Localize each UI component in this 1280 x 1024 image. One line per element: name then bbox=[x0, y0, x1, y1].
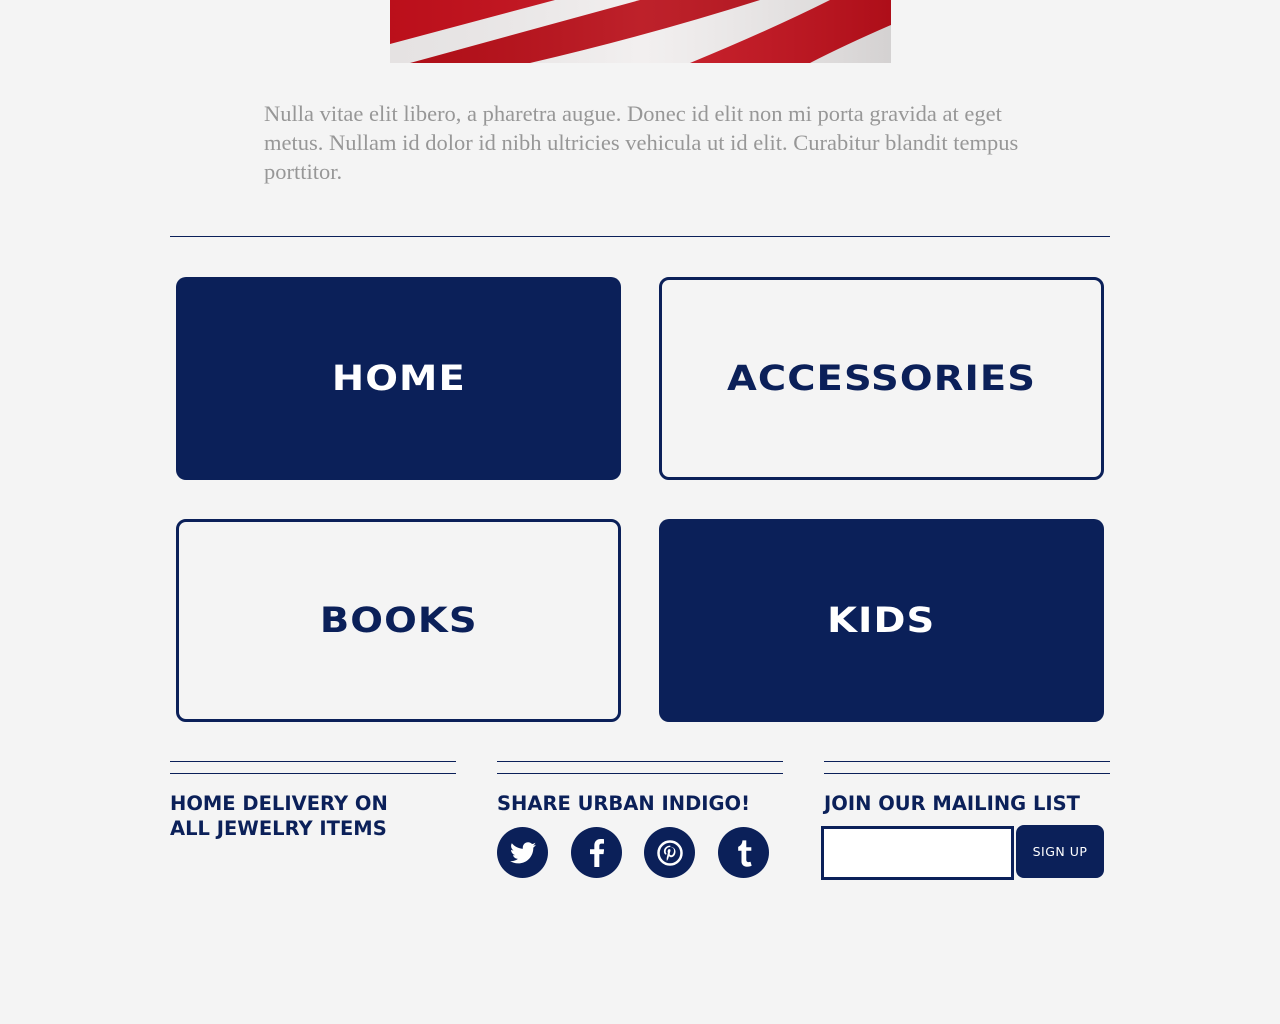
category-home-label: HOME bbox=[331, 358, 466, 399]
mailing-section: JOIN OUR MAILING LIST bbox=[824, 761, 1110, 816]
mailing-divider bbox=[824, 761, 1110, 774]
hero-flag-image bbox=[390, 0, 891, 63]
category-kids-button[interactable]: KIDS bbox=[659, 519, 1104, 722]
category-accessories-button[interactable]: ACCESSORIES bbox=[659, 277, 1104, 480]
delivery-divider bbox=[170, 761, 456, 774]
facebook-icon[interactable] bbox=[571, 827, 622, 878]
delivery-section: HOME DELIVERY ON ALL JEWELRY ITEMS bbox=[170, 761, 456, 841]
category-kids-label: KIDS bbox=[827, 600, 936, 641]
tumblr-icon[interactable] bbox=[718, 827, 769, 878]
delivery-heading-line2: ALL JEWELRY ITEMS bbox=[170, 817, 387, 840]
category-accessories-label: ACCESSORIES bbox=[726, 358, 1037, 399]
mailing-heading: JOIN OUR MAILING LIST bbox=[824, 792, 1080, 815]
delivery-heading: HOME DELIVERY ON ALL JEWELRY ITEMS bbox=[170, 791, 456, 841]
intro-paragraph: Nulla vitae elit libero, a pharetra augu… bbox=[264, 101, 1019, 184]
twitter-icon[interactable] bbox=[497, 827, 548, 878]
share-heading: SHARE URBAN INDIGO! bbox=[497, 792, 750, 815]
category-home-button[interactable]: HOME bbox=[176, 277, 621, 480]
category-books-label: BOOKS bbox=[319, 600, 478, 641]
pinterest-icon[interactable] bbox=[644, 827, 695, 878]
section-divider bbox=[170, 236, 1110, 237]
share-section: SHARE URBAN INDIGO! bbox=[497, 761, 783, 816]
sign-up-button[interactable]: SIGN UP bbox=[1016, 825, 1104, 878]
email-field[interactable] bbox=[821, 826, 1014, 880]
category-books-button[interactable]: BOOKS bbox=[176, 519, 621, 722]
share-divider bbox=[497, 761, 783, 774]
delivery-heading-line1: HOME DELIVERY ON bbox=[170, 792, 388, 815]
